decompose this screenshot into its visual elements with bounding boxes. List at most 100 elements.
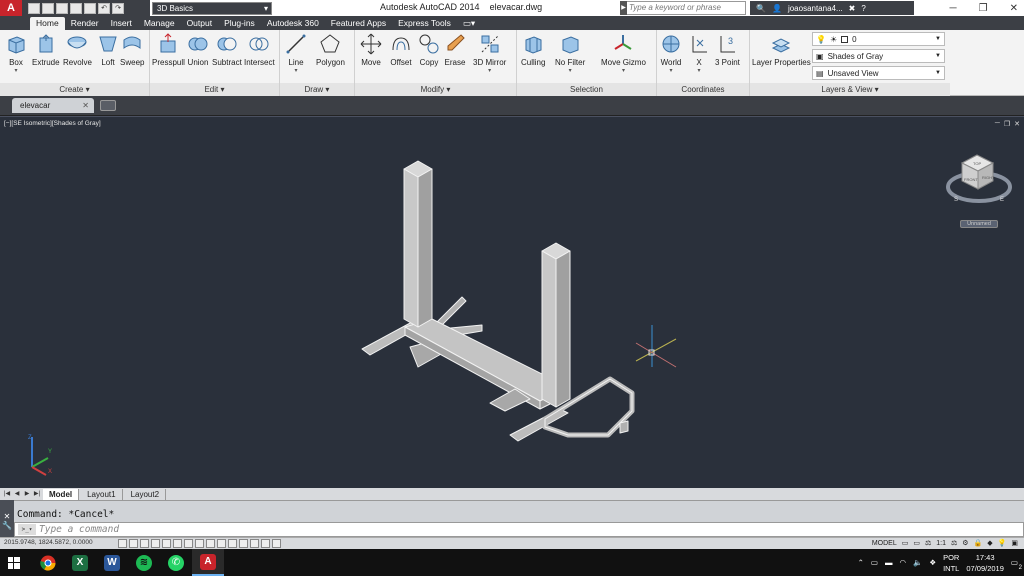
culling-button[interactable]: Culling	[521, 32, 545, 67]
search-icon[interactable]: 🔍	[756, 4, 766, 13]
hardware-acceleration-icon[interactable]: ◆	[987, 539, 992, 547]
named-view-dropdown[interactable]: ▤ Unsaved View ▼	[812, 66, 945, 80]
tab-featured-apps[interactable]: Featured Apps	[325, 17, 392, 30]
erase-button[interactable]: Erase	[443, 32, 467, 67]
tab-home[interactable]: Home	[30, 17, 65, 30]
move-gizmo-button[interactable]: Move Gizmo ▾	[601, 32, 646, 74]
volume-icon[interactable]: 🔈	[913, 558, 922, 567]
drawing-viewport[interactable]: [−][SE Isometric][Shades of Gray] ─ ❐ ✕	[0, 116, 1024, 488]
maximize-icon[interactable]: ❐	[979, 3, 988, 14]
tab-output[interactable]: Output	[181, 17, 219, 30]
panel-title-layers-view[interactable]: Layers & View ▾	[750, 83, 950, 96]
exchange-icon[interactable]: ✖	[849, 4, 856, 13]
quick-view-layouts-icon[interactable]: ▭	[902, 539, 909, 547]
show-hidden-icons-icon[interactable]: ⌃	[858, 558, 864, 567]
dropbox-icon[interactable]: ❖	[929, 558, 936, 567]
taskbar-word[interactable]: W	[96, 549, 128, 576]
panel-title-modify[interactable]: Modify ▾	[355, 83, 516, 96]
grid-display-icon[interactable]	[140, 539, 149, 548]
command-prompt-icon[interactable]: >_▾	[18, 524, 36, 535]
line-button[interactable]: Line ▾	[284, 32, 308, 74]
isolate-objects-icon[interactable]: 💡	[998, 539, 1007, 547]
layer-properties-button[interactable]: Layer Properties	[752, 32, 811, 67]
language-indicator[interactable]: POR INTL	[943, 552, 959, 574]
tab-autodesk-360[interactable]: Autodesk 360	[261, 17, 325, 30]
command-input[interactable]: >_▾ Type a command	[14, 522, 1024, 537]
loft-button[interactable]: Loft	[96, 32, 120, 67]
panel-title-edit[interactable]: Edit ▾	[150, 83, 279, 96]
polygon-button[interactable]: Polygon	[316, 32, 345, 67]
minimize-icon[interactable]: ─	[950, 3, 957, 14]
3-point-ucs-button[interactable]: 3 3 Point	[715, 32, 740, 67]
panel-title-draw[interactable]: Draw ▾	[280, 83, 354, 96]
redo-icon[interactable]: ↷	[112, 2, 124, 14]
wifi-icon[interactable]: ◠	[899, 558, 906, 567]
quick-properties-icon[interactable]	[250, 539, 259, 548]
offset-button[interactable]: Offset	[389, 32, 413, 67]
close-icon[interactable]: ✕	[1010, 3, 1018, 14]
model-space-button[interactable]: MODEL	[872, 540, 897, 547]
intersect-button[interactable]: Intersect	[244, 32, 275, 67]
no-filter-button[interactable]: No Filter ▾	[555, 32, 585, 74]
search-expand-icon[interactable]: ▶	[620, 1, 627, 15]
application-menu-button[interactable]: A	[0, 0, 22, 16]
ucs-menu-button[interactable]: Unnamed	[960, 220, 998, 228]
annotation-scale-icon[interactable]: ⚖	[925, 539, 931, 547]
x-ucs-button[interactable]: X ▾	[687, 32, 711, 74]
save-as-icon[interactable]	[70, 2, 82, 14]
annotation-monitor-icon[interactable]	[272, 539, 281, 548]
clock[interactable]: 17:43 07/09/2019	[966, 552, 1004, 574]
world-ucs-button[interactable]: World ▾	[659, 32, 683, 74]
first-layout-icon[interactable]: |◀	[3, 490, 11, 499]
undo-icon[interactable]: ↶	[98, 2, 110, 14]
save-icon[interactable]	[56, 2, 68, 14]
viewcube-top-label[interactable]: TOP	[973, 161, 981, 166]
search-input[interactable]: Type a keyword or phrase	[620, 1, 746, 15]
taskbar-whatsapp[interactable]: ✆	[160, 549, 192, 576]
move-button[interactable]: Move	[359, 32, 383, 67]
infer-constraints-icon[interactable]	[118, 539, 127, 548]
screen-icon[interactable]: ▭	[871, 558, 878, 567]
new-icon[interactable]	[28, 2, 40, 14]
tab-plugins[interactable]: Plug-ins	[218, 17, 261, 30]
viewcube-right-label[interactable]: RIGHT	[982, 175, 995, 180]
taskbar-excel[interactable]: X	[64, 549, 96, 576]
tab-layout1[interactable]: Layout1	[81, 488, 123, 500]
union-button[interactable]: Union	[186, 32, 210, 67]
sweep-button[interactable]: Sweep	[120, 32, 144, 67]
tab-render[interactable]: Render	[65, 17, 105, 30]
panel-title-create[interactable]: Create ▾	[0, 83, 149, 96]
tab-insert[interactable]: Insert	[105, 17, 138, 30]
dynamic-ucs-icon[interactable]	[206, 539, 215, 548]
taskbar-spotify[interactable]: ≋	[128, 549, 160, 576]
subtract-button[interactable]: Subtract	[212, 32, 242, 67]
panel-title-coordinates[interactable]: Coordinates	[657, 83, 749, 96]
clean-screen-icon[interactable]: ▣	[1011, 539, 1018, 547]
tab-layout2[interactable]: Layout2	[125, 488, 167, 500]
viewcube-front-label[interactable]: FRONT	[964, 177, 978, 182]
object-snap-tracking-icon[interactable]	[195, 539, 204, 548]
battery-icon[interactable]: ▬	[885, 558, 893, 567]
presspull-button[interactable]: Presspull	[152, 32, 185, 67]
next-layout-icon[interactable]: ▶	[23, 490, 31, 499]
3d-object-snap-icon[interactable]	[184, 539, 193, 548]
cursor-coordinates[interactable]: 2015.9748, 1824.5872, 0.0000	[4, 539, 93, 546]
tab-manage[interactable]: Manage	[138, 17, 181, 30]
workspace-switching-icon[interactable]: ⚙	[962, 539, 968, 547]
windows-start-button[interactable]	[0, 549, 28, 576]
notifications-icon[interactable]: ▭ 2	[1011, 558, 1022, 571]
close-icon[interactable]: ✕	[82, 98, 89, 113]
plot-icon[interactable]	[84, 2, 96, 14]
3d-mirror-button[interactable]: 3D Mirror ▾	[473, 32, 506, 74]
ribbon-options-icon[interactable]: ▭▾	[457, 17, 481, 30]
quick-view-drawings-icon[interactable]: ▭	[913, 539, 920, 547]
dynamic-input-icon[interactable]	[217, 539, 226, 548]
ortho-mode-icon[interactable]	[151, 539, 160, 548]
annotation-scale[interactable]: 1:1	[936, 540, 946, 547]
open-icon[interactable]	[42, 2, 54, 14]
document-tab[interactable]: elevacar ✕	[12, 98, 94, 113]
command-window-handle[interactable]: ✕ 🔧	[0, 500, 14, 537]
copy-button[interactable]: Copy	[417, 32, 441, 67]
selection-cycling-icon[interactable]	[261, 539, 270, 548]
panel-title-selection[interactable]: Selection	[517, 83, 656, 96]
